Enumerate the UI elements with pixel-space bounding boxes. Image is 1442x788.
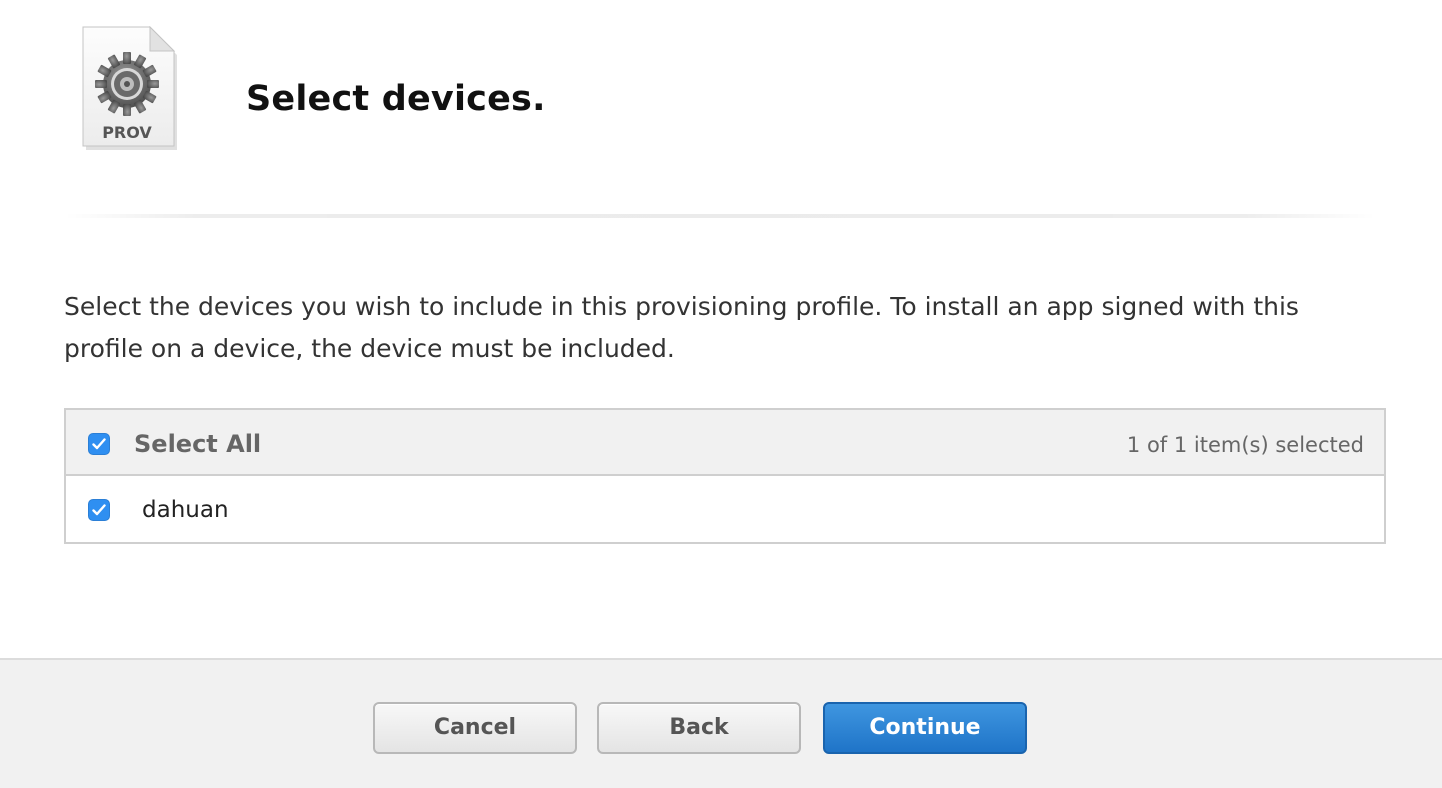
- select-devices-page: PROV Select devices. Select the devices …: [0, 0, 1442, 788]
- back-button[interactable]: Back: [597, 702, 801, 754]
- footer-bar: Cancel Back Continue: [0, 658, 1442, 788]
- page-header: PROV Select devices.: [0, 0, 1442, 220]
- select-all-label[interactable]: Select All: [134, 428, 261, 460]
- prov-icon-label: PROV: [102, 123, 152, 142]
- header-divider: [64, 214, 1376, 218]
- description-text: Select the devices you wish to include i…: [64, 292, 1299, 363]
- select-all-checkbox[interactable]: [88, 433, 110, 455]
- selection-count: 1 of 1 item(s) selected: [1126, 433, 1364, 457]
- prov-file-gear-icon: PROV: [80, 25, 178, 150]
- device-checkbox-dahuan[interactable]: [88, 499, 110, 521]
- checkmark-icon: [92, 438, 106, 450]
- table-header: Select All 1 of 1 item(s) selected: [66, 410, 1384, 476]
- page-title: Select devices.: [246, 79, 546, 119]
- cancel-button[interactable]: Cancel: [373, 702, 577, 754]
- checkmark-icon: [92, 504, 106, 516]
- table-row[interactable]: dahuan: [66, 476, 1384, 542]
- device-name: dahuan: [142, 497, 229, 523]
- device-table: Select All 1 of 1 item(s) selected dahua…: [64, 408, 1386, 544]
- continue-button[interactable]: Continue: [823, 702, 1027, 754]
